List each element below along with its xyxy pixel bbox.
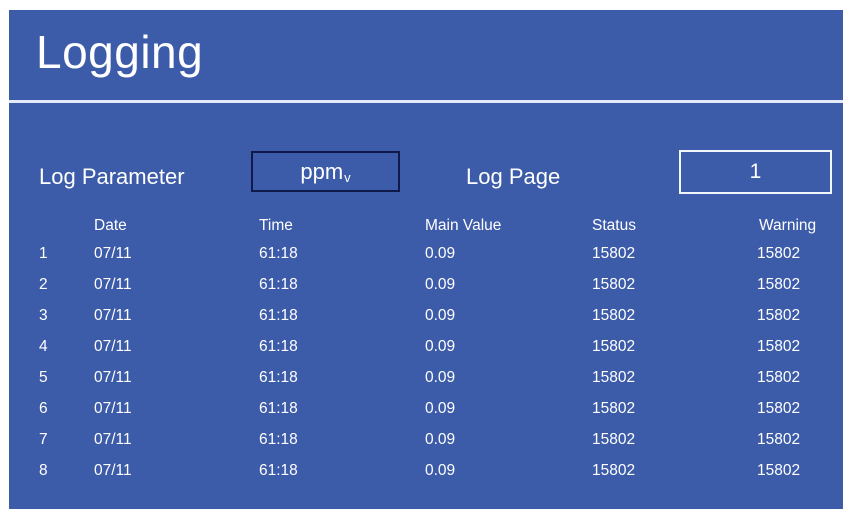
log-page-field[interactable]: 1 (679, 150, 832, 194)
row-main-value: 0.09 (425, 400, 456, 417)
row-main-value: 0.09 (425, 307, 456, 324)
row-index: 2 (39, 276, 48, 293)
log-parameter-unit: ppm (300, 158, 344, 184)
row-status: 15802 (592, 369, 636, 386)
page-title: Logging (36, 26, 204, 78)
table-header-row: Date Time Main Value Status Warning (9, 212, 843, 240)
row-index: 3 (39, 307, 48, 324)
row-status: 15802 (592, 462, 636, 479)
title-divider (9, 100, 843, 103)
table-row: 4 07/11 61:18 0.09 15802 15802 (9, 333, 843, 364)
row-main-value: 0.09 (425, 431, 456, 448)
row-status: 15802 (592, 245, 636, 262)
row-status: 15802 (592, 400, 636, 417)
row-status: 15802 (592, 431, 636, 448)
row-main-value: 0.09 (425, 276, 456, 293)
row-date: 07/11 (94, 400, 132, 417)
row-warning: 15802 (757, 276, 801, 293)
column-header-status: Status (592, 217, 636, 234)
logging-screen: Logging Log Parameter ppm v Log Page 1 Da… (9, 10, 843, 509)
row-index: 1 (39, 245, 48, 262)
row-main-value: 0.09 (425, 369, 456, 386)
row-date: 07/11 (94, 276, 132, 293)
row-warning: 15802 (757, 400, 801, 417)
table-row: 8 07/11 61:18 0.09 15802 15802 (9, 457, 843, 488)
row-index: 4 (39, 338, 48, 355)
column-header-main-value: Main Value (425, 217, 502, 234)
log-parameter-selector[interactable]: ppm v (251, 151, 400, 192)
row-date: 07/11 (94, 338, 132, 355)
row-main-value: 0.09 (425, 462, 456, 479)
column-header-date: Date (94, 217, 127, 234)
row-date: 07/11 (94, 369, 132, 386)
row-time: 61:18 (259, 338, 298, 355)
row-date: 07/11 (94, 431, 132, 448)
row-time: 61:18 (259, 462, 298, 479)
row-time: 61:18 (259, 400, 298, 417)
row-warning: 15802 (757, 245, 801, 262)
column-header-warning: Warning (759, 217, 817, 234)
log-parameter-label: Log Parameter (39, 164, 185, 189)
row-time: 61:18 (259, 431, 298, 448)
table-row: 3 07/11 61:18 0.09 15802 15802 (9, 302, 843, 333)
log-parameter-unit-subscript: v (344, 170, 351, 185)
row-time: 61:18 (259, 307, 298, 324)
row-time: 61:18 (259, 276, 298, 293)
row-index: 6 (39, 400, 48, 417)
row-date: 07/11 (94, 462, 132, 479)
table-row: 1 07/11 61:18 0.09 15802 15802 (9, 240, 843, 271)
column-header-time: Time (259, 217, 293, 234)
row-time: 61:18 (259, 369, 298, 386)
log-page-label: Log Page (466, 164, 561, 189)
row-main-value: 0.09 (425, 245, 456, 262)
row-time: 61:18 (259, 245, 298, 262)
row-index: 7 (39, 431, 48, 448)
row-status: 15802 (592, 307, 636, 324)
table-row: 5 07/11 61:18 0.09 15802 15802 (9, 364, 843, 395)
row-warning: 15802 (757, 338, 801, 355)
row-date: 07/11 (94, 307, 132, 324)
table-row: 7 07/11 61:18 0.09 15802 15802 (9, 426, 843, 457)
row-status: 15802 (592, 276, 636, 293)
row-warning: 15802 (757, 462, 801, 479)
row-warning: 15802 (757, 307, 801, 324)
table-row: 2 07/11 61:18 0.09 15802 15802 (9, 271, 843, 302)
row-status: 15802 (592, 338, 636, 355)
log-page-value: 1 (749, 160, 762, 183)
row-index: 5 (39, 369, 48, 386)
row-main-value: 0.09 (425, 338, 456, 355)
table-row: 6 07/11 61:18 0.09 15802 15802 (9, 395, 843, 426)
log-table: Date Time Main Value Status Warning 1 07… (9, 212, 843, 488)
row-date: 07/11 (94, 245, 132, 262)
row-warning: 15802 (757, 431, 801, 448)
row-warning: 15802 (757, 369, 801, 386)
row-index: 8 (39, 462, 48, 479)
